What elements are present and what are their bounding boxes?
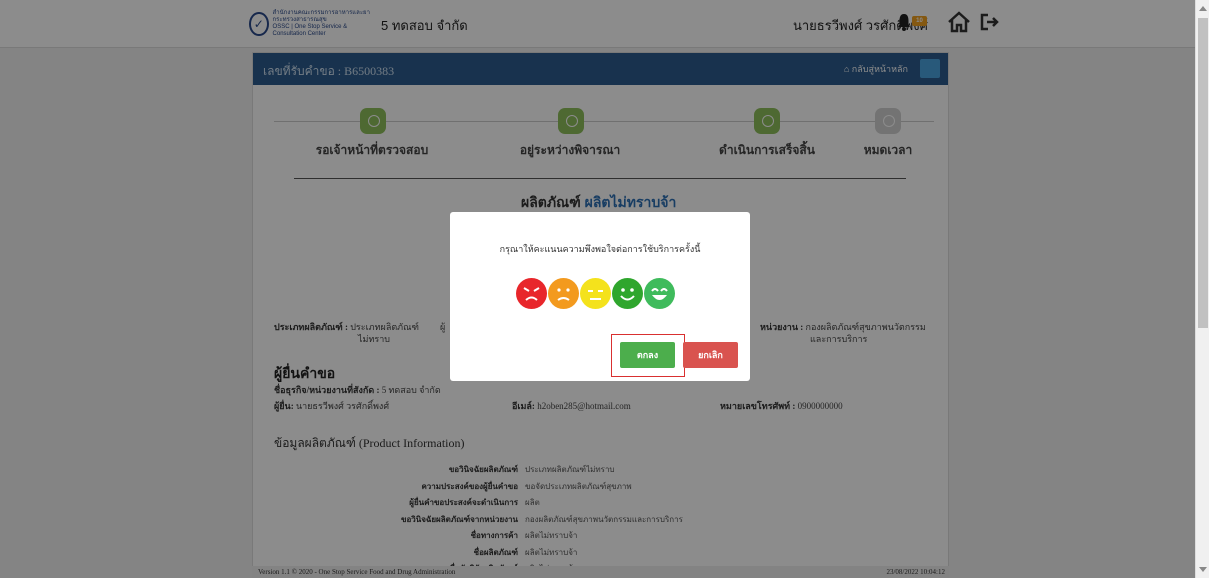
ok-button[interactable]: ตกลง xyxy=(620,342,675,368)
grin-face-icon[interactable] xyxy=(644,278,675,309)
scrollbar[interactable] xyxy=(1195,0,1209,578)
scrollbar-thumb[interactable] xyxy=(1198,18,1208,328)
smile-face-icon[interactable] xyxy=(612,278,643,309)
scroll-up-icon[interactable] xyxy=(1199,6,1207,11)
sad-face-icon[interactable] xyxy=(548,278,579,309)
neutral-face-icon[interactable] xyxy=(580,278,611,309)
scroll-down-icon[interactable] xyxy=(1199,567,1207,572)
very-angry-face-icon[interactable] xyxy=(516,278,547,309)
rating-faces xyxy=(516,278,675,309)
satisfaction-question: กรุณาให้คะแนนความพึงพอใจต่อการใช้บริการค… xyxy=(499,244,701,254)
cancel-button[interactable]: ยกเลิก xyxy=(683,342,738,368)
